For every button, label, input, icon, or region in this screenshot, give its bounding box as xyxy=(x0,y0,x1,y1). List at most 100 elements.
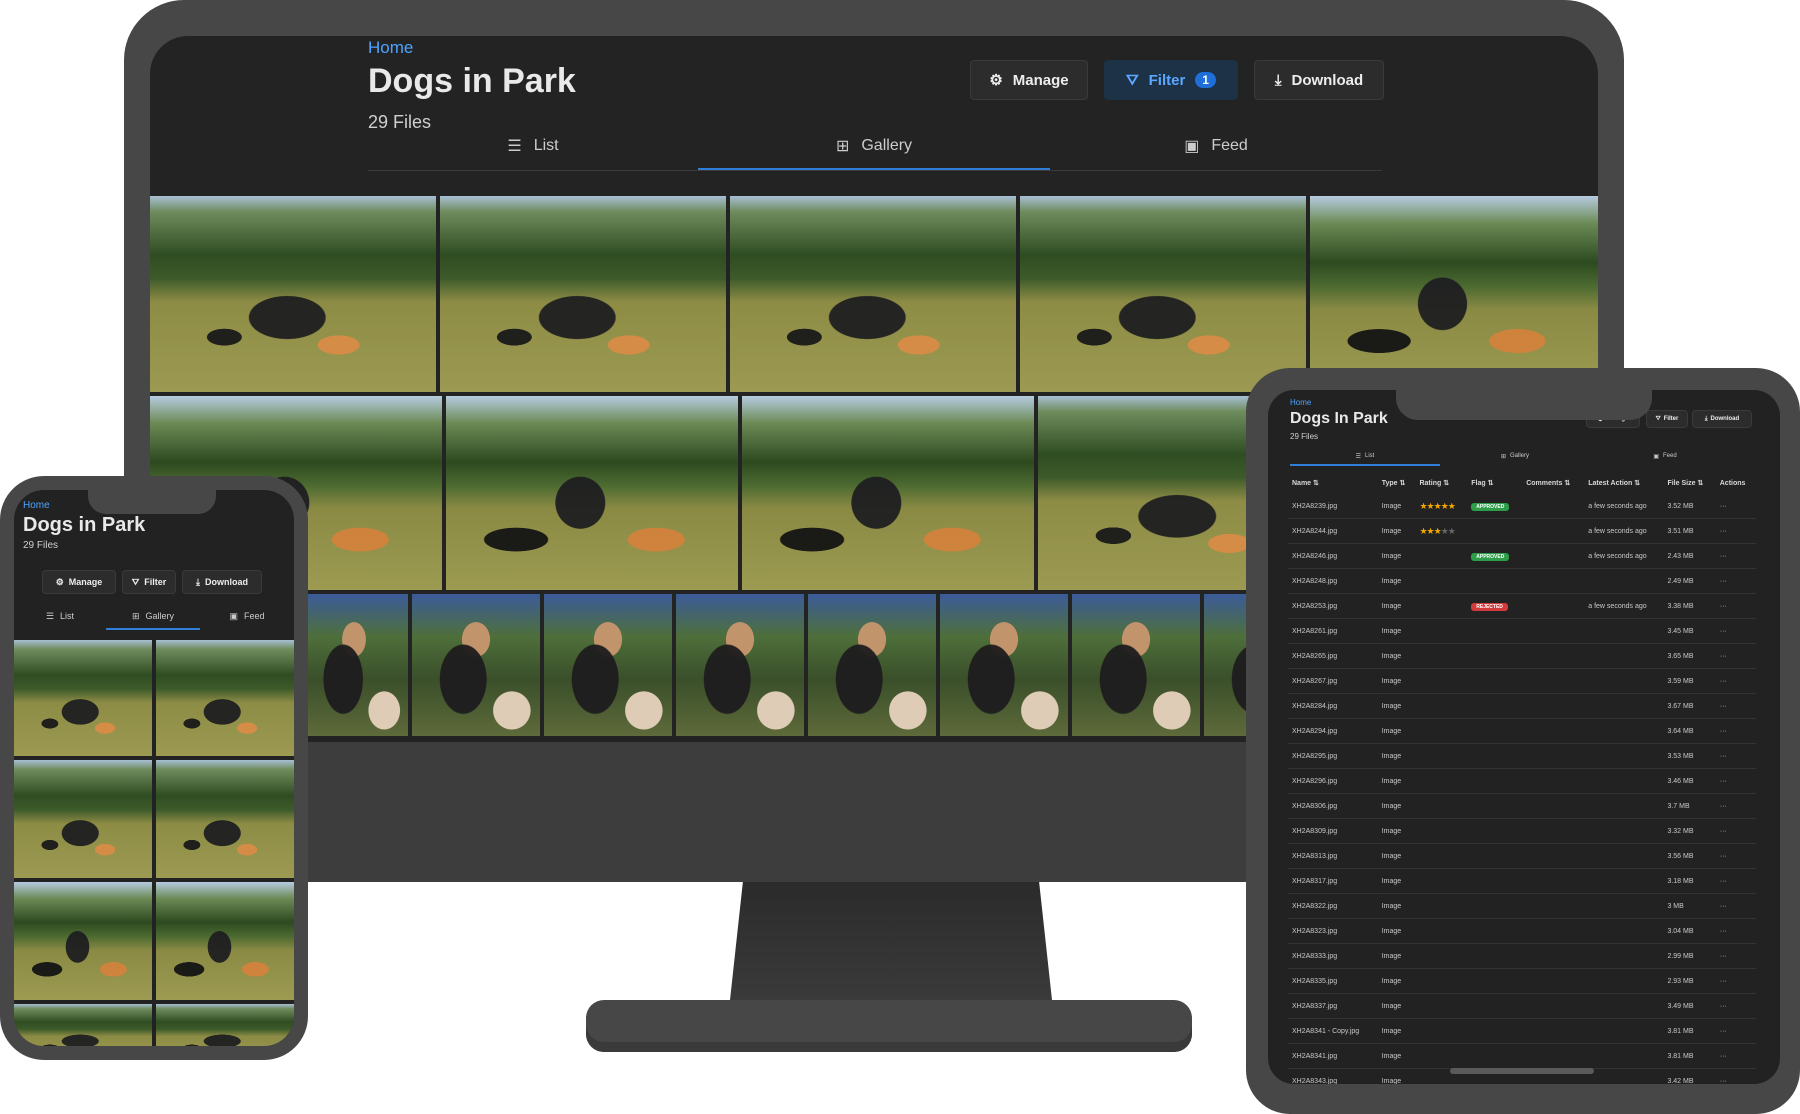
table-row[interactable]: XH2A8261.jpg Image 3.45 MB ··· xyxy=(1288,618,1756,644)
table-row[interactable]: XH2A8239.jpg Image ★★★★★ APPROVED a few seco… xyxy=(1288,494,1756,519)
gallery-photo[interactable] xyxy=(14,760,152,878)
star-icon[interactable]: ★ xyxy=(1427,501,1435,511)
rating-stars[interactable]: ★★★★★ xyxy=(1419,501,1456,511)
gallery-photo[interactable] xyxy=(14,1004,152,1046)
more-actions-icon[interactable]: ··· xyxy=(1720,503,1727,510)
filter-button[interactable]: ⛛ Filter xyxy=(1646,410,1688,428)
breadcrumb-home[interactable]: Home xyxy=(368,38,413,58)
more-actions-icon[interactable]: ··· xyxy=(1720,1028,1727,1035)
more-actions-icon[interactable]: ··· xyxy=(1720,803,1727,810)
more-actions-icon[interactable]: ··· xyxy=(1720,678,1727,685)
manage-button[interactable]: ⚙ Manage xyxy=(970,60,1088,100)
gallery-photo[interactable] xyxy=(808,594,936,736)
more-actions-icon[interactable]: ··· xyxy=(1720,528,1727,535)
more-actions-icon[interactable]: ··· xyxy=(1720,828,1727,835)
table-row[interactable]: XH2A8323.jpg Image 3.04 MB ··· xyxy=(1288,918,1756,944)
table-row[interactable]: XH2A8265.jpg Image 3.65 MB ··· xyxy=(1288,643,1756,669)
star-icon[interactable]: ★ xyxy=(1441,501,1449,511)
gallery-photo[interactable] xyxy=(676,594,804,736)
more-actions-icon[interactable]: ··· xyxy=(1720,778,1727,785)
gallery-photo[interactable] xyxy=(446,396,738,590)
table-row[interactable]: XH2A8335.jpg Image 2.93 MB ··· xyxy=(1288,968,1756,994)
download-button[interactable]: ⤓ Download xyxy=(1692,410,1752,428)
table-row[interactable]: XH2A8296.jpg Image 3.46 MB ··· xyxy=(1288,768,1756,794)
more-actions-icon[interactable]: ··· xyxy=(1720,628,1727,635)
gallery-photo[interactable] xyxy=(156,882,294,1000)
gallery-photo[interactable] xyxy=(150,196,436,392)
filter-button[interactable]: ⛛ Filter xyxy=(122,570,176,594)
table-row[interactable]: XH2A8317.jpg Image 3.18 MB ··· xyxy=(1288,868,1756,894)
table-row[interactable]: XH2A8341.jpg Image 3.81 MB ··· xyxy=(1288,1043,1756,1069)
gallery-photo[interactable] xyxy=(412,594,540,736)
breadcrumb-home[interactable]: Home xyxy=(1290,398,1311,407)
more-actions-icon[interactable]: ··· xyxy=(1720,703,1727,710)
table-row[interactable]: XH2A8294.jpg Image 3.64 MB ··· xyxy=(1288,718,1756,744)
gallery-photo[interactable] xyxy=(156,640,294,756)
table-row[interactable]: XH2A8313.jpg Image 3.56 MB ··· xyxy=(1288,843,1756,869)
more-actions-icon[interactable]: ··· xyxy=(1720,928,1727,935)
gallery-photo[interactable] xyxy=(940,594,1068,736)
table-row[interactable]: XH2A8284.jpg Image 3.67 MB ··· xyxy=(1288,693,1756,719)
star-icon[interactable]: ★ xyxy=(1448,526,1456,536)
tab-feed[interactable]: ▣ Feed xyxy=(1050,124,1382,168)
gallery-photo[interactable] xyxy=(156,760,294,878)
tab-gallery[interactable]: ⊞ Gallery xyxy=(106,604,200,630)
column-header[interactable]: Latest Action ⇅ xyxy=(1584,476,1663,494)
gallery-photo[interactable] xyxy=(14,882,152,1000)
more-actions-icon[interactable]: ··· xyxy=(1720,728,1727,735)
more-actions-icon[interactable]: ··· xyxy=(1720,1078,1727,1085)
tab-gallery[interactable]: ⊞ Gallery xyxy=(698,124,1050,170)
more-actions-icon[interactable]: ··· xyxy=(1720,653,1727,660)
star-icon[interactable]: ★ xyxy=(1419,501,1427,511)
tab-feed[interactable]: ▣ Feed xyxy=(200,604,294,628)
more-actions-icon[interactable]: ··· xyxy=(1720,603,1727,610)
gallery-photo[interactable] xyxy=(1072,594,1200,736)
more-actions-icon[interactable]: ··· xyxy=(1720,878,1727,885)
tab-list[interactable]: ☰ List xyxy=(1290,448,1440,466)
more-actions-icon[interactable]: ··· xyxy=(1720,978,1727,985)
column-header[interactable]: Actions xyxy=(1716,476,1756,494)
tab-feed[interactable]: ▣ Feed xyxy=(1590,448,1740,464)
gallery-photo[interactable] xyxy=(14,640,152,756)
table-row[interactable]: XH2A8246.jpg Image APPROVED a few seconds a… xyxy=(1288,543,1756,569)
more-actions-icon[interactable]: ··· xyxy=(1720,578,1727,585)
breadcrumb-home[interactable]: Home xyxy=(23,500,50,511)
tab-list[interactable]: ☰ List xyxy=(368,124,698,168)
download-button[interactable]: ⤓ Download xyxy=(182,570,262,594)
gallery-photo[interactable] xyxy=(730,196,1016,392)
more-actions-icon[interactable]: ··· xyxy=(1720,553,1727,560)
gallery-photo[interactable] xyxy=(440,196,726,392)
column-header[interactable]: Flag ⇅ xyxy=(1467,476,1522,494)
gallery-photo[interactable] xyxy=(742,396,1034,590)
table-row[interactable]: XH2A8341 - Copy.jpg Image 3.81 MB ··· xyxy=(1288,1018,1756,1044)
column-header[interactable]: Rating ⇅ xyxy=(1415,476,1467,494)
column-header[interactable]: Name ⇅ xyxy=(1288,476,1378,494)
rating-stars[interactable]: ★★★★★ xyxy=(1419,526,1456,536)
more-actions-icon[interactable]: ··· xyxy=(1720,953,1727,960)
more-actions-icon[interactable]: ··· xyxy=(1720,1053,1727,1060)
star-icon[interactable]: ★ xyxy=(1448,501,1456,511)
gallery-photo[interactable] xyxy=(544,594,672,736)
column-header[interactable]: Type ⇅ xyxy=(1378,476,1416,494)
gallery-photo[interactable] xyxy=(1020,196,1306,392)
star-icon[interactable]: ★ xyxy=(1434,526,1442,536)
column-header[interactable]: Comments ⇅ xyxy=(1522,476,1584,494)
table-row[interactable]: XH2A8333.jpg Image 2.99 MB ··· xyxy=(1288,943,1756,969)
star-icon[interactable]: ★ xyxy=(1419,526,1427,536)
tab-list[interactable]: ☰ List xyxy=(14,604,106,628)
star-icon[interactable]: ★ xyxy=(1441,526,1449,536)
more-actions-icon[interactable]: ··· xyxy=(1720,853,1727,860)
table-row[interactable]: XH2A8248.jpg Image 2.49 MB ··· xyxy=(1288,568,1756,594)
more-actions-icon[interactable]: ··· xyxy=(1720,903,1727,910)
gallery-photo[interactable] xyxy=(1310,196,1598,392)
more-actions-icon[interactable]: ··· xyxy=(1720,753,1727,760)
download-button[interactable]: ⤓ Download xyxy=(1254,60,1384,100)
tab-gallery[interactable]: ⊞ Gallery xyxy=(1440,448,1590,464)
table-row[interactable]: XH2A8322.jpg Image 3 MB ··· xyxy=(1288,893,1756,919)
star-icon[interactable]: ★ xyxy=(1434,501,1442,511)
table-row[interactable]: XH2A8295.jpg Image 3.53 MB ··· xyxy=(1288,743,1756,769)
table-row[interactable]: XH2A8306.jpg Image 3.7 MB ··· xyxy=(1288,793,1756,819)
gallery-photo[interactable] xyxy=(156,1004,294,1046)
table-row[interactable]: XH2A8244.jpg Image ★★★★★ a few seconds ago 3… xyxy=(1288,518,1756,544)
more-actions-icon[interactable]: ··· xyxy=(1720,1003,1727,1010)
